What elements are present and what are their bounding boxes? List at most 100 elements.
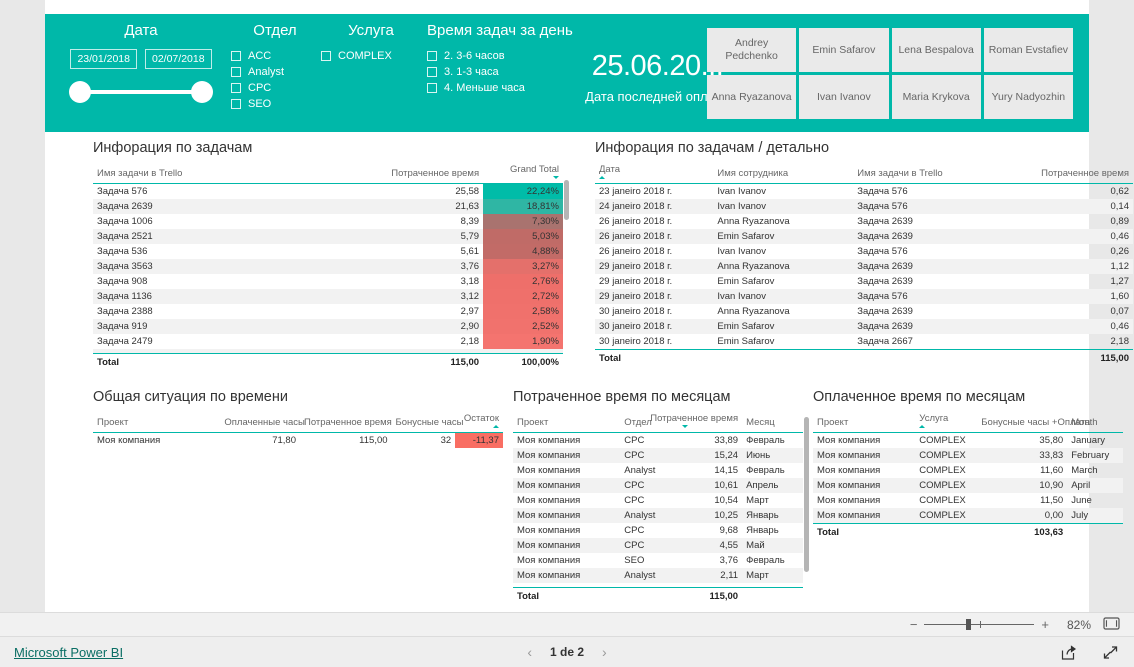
col-grand-total[interactable]: Grand Total	[483, 162, 563, 184]
col-date[interactable]: Дата	[595, 162, 714, 184]
department-option-analyst[interactable]: Analyst	[231, 66, 319, 78]
table-row[interactable]: Моя компания CPC 9,68 Январь	[513, 523, 803, 538]
department-option-cpc[interactable]: CPC	[231, 82, 319, 94]
employee-tile[interactable]: Ivan Ivanov	[799, 75, 889, 119]
table-row[interactable]: Задача 3563 3,76 3,27%	[93, 259, 563, 274]
col-employee-name[interactable]: Имя сотрудника	[713, 162, 854, 184]
checkbox-icon[interactable]	[231, 67, 241, 77]
col-bonus-payment[interactable]: Бонусные часы +Оплата	[977, 411, 1090, 433]
share-icon[interactable]	[1060, 644, 1077, 660]
table-row[interactable]: Моя компания COMPLEX 0,00 July	[813, 508, 1123, 524]
table-row[interactable]: Моя компания CPC 4,55 Май	[513, 538, 803, 553]
col-project[interactable]: Проект	[513, 411, 621, 433]
table-row[interactable]: 23 janeiro 2018 г. Ivan Ivanov Задача 576 0…	[595, 184, 1133, 200]
task-time-option-3-6[interactable]: 2. 3-6 часов	[427, 50, 587, 62]
col-spent-time[interactable]: Потраченное время	[650, 411, 743, 433]
col-service[interactable]: Услуга	[915, 411, 978, 433]
table-row[interactable]: Моя компания SEO 3,76 Февраль	[513, 553, 803, 568]
checkbox-icon[interactable]	[427, 67, 437, 77]
table-row[interactable]: Моя компания COMPLEX 35,80 January	[813, 433, 1123, 449]
table-row[interactable]: Задача 2479 2,18 1,90%	[93, 334, 563, 349]
task-time-option-less-1[interactable]: 4. Меньше часа	[427, 82, 587, 94]
slider-handle-left[interactable]	[69, 81, 91, 103]
table-row[interactable]: Моя компания COMPLEX 10,90 April	[813, 478, 1123, 493]
department-option-acc[interactable]: ACC	[231, 50, 319, 62]
table-row[interactable]: 30 janeiro 2018 г. Emin Safarov Задача 263…	[595, 319, 1133, 334]
paid-table[interactable]: Проект Услуга Бонусные часы +Оплата Mont…	[813, 411, 1123, 541]
checkbox-icon[interactable]	[231, 83, 241, 93]
fit-to-page-icon[interactable]	[1103, 616, 1120, 633]
zoom-out-icon[interactable]: −	[910, 618, 918, 631]
table-row[interactable]: 29 janeiro 2018 г. Anna Ryazanova Задача 2…	[595, 259, 1133, 274]
checkbox-icon[interactable]	[321, 51, 331, 61]
power-bi-brand-link[interactable]: Microsoft Power BI	[14, 645, 123, 660]
table-row[interactable]: Моя компания COMPLEX 11,60 March	[813, 463, 1123, 478]
col-spent-time[interactable]: Потраченное время	[299, 411, 392, 433]
table-row[interactable]: 26 janeiro 2018 г. Ivan Ivanov Задача 576 0…	[595, 244, 1133, 259]
slicer-service[interactable]: Услуга COMPLEX	[321, 22, 421, 66]
employee-tile[interactable]: Roman Evstafiev	[983, 28, 1073, 72]
overall-table[interactable]: Проект Оплаченные часы Потраченное время…	[93, 411, 503, 448]
checkbox-icon[interactable]	[427, 83, 437, 93]
zoom-slider[interactable]	[924, 619, 1035, 630]
col-bonus-hours[interactable]: Бонусные часы	[391, 411, 464, 433]
col-month[interactable]: Месяц	[742, 411, 803, 433]
table-row[interactable]: Задача 1136 3,12 2,72%	[93, 289, 563, 304]
col-paid-hours[interactable]: Оплаченные часы	[220, 411, 305, 433]
table-row[interactable]: Моя компания CPC 10,54 Март	[513, 493, 803, 508]
task-time-option-1-3[interactable]: 3. 1-3 часа	[427, 66, 587, 78]
date-end-input[interactable]: 02/07/2018	[145, 49, 212, 69]
table-row[interactable]: Моя компания Analyst 14,15 Февраль	[513, 463, 803, 478]
table-row[interactable]: 30 janeiro 2018 г. Emin Safarov Задача 266…	[595, 334, 1133, 350]
employee-tile[interactable]: Lena Bespalova	[891, 28, 981, 72]
table-row[interactable]: Моя компания Analyst 2,11 Март	[513, 568, 803, 583]
slicer-employee-tiles[interactable]: Andrey Pedchenko Emin Safarov Lena Bespa…	[707, 28, 1073, 119]
zoom-control[interactable]: − +	[910, 618, 1049, 631]
col-project[interactable]: Проект	[93, 411, 221, 433]
department-option-seo[interactable]: SEO	[231, 98, 319, 110]
table-row[interactable]: Задача 2521 5,79 5,03%	[93, 229, 563, 244]
table-row[interactable]: 26 janeiro 2018 г. Emin Safarov Задача 263…	[595, 229, 1133, 244]
slicer-task-time[interactable]: Время задач за день 2. 3-6 часов 3. 1-3 …	[427, 22, 587, 98]
table-row[interactable]: 29 janeiro 2018 г. Emin Safarov Задача 263…	[595, 274, 1133, 289]
previous-page-icon[interactable]: ‹	[527, 644, 532, 660]
employee-tile[interactable]: Emin Safarov	[799, 28, 889, 72]
table-row[interactable]: Задача 1006 8,39 7,30%	[93, 214, 563, 229]
zoom-in-icon[interactable]: +	[1041, 618, 1049, 631]
table-row[interactable]: Моя компания CPC 33,89 Февраль	[513, 433, 803, 449]
table-row[interactable]: Задача 536 5,61 4,88%	[93, 244, 563, 259]
next-page-icon[interactable]: ›	[602, 644, 607, 660]
table-row[interactable]: Моя компания CPC 10,61 Апрель	[513, 478, 803, 493]
spent-table-scrollbar[interactable]	[804, 417, 809, 572]
checkbox-icon[interactable]	[231, 99, 241, 109]
tasks-table-scrollbar[interactable]	[564, 180, 569, 220]
slicer-department[interactable]: Отдел ACC Analyst CPC SEO	[231, 22, 319, 114]
detail-table[interactable]: Дата Имя сотрудника Имя задачи в Trello …	[595, 162, 1133, 367]
table-row[interactable]: Задача 2388 2,97 2,58%	[93, 304, 563, 319]
employee-tile[interactable]: Maria Krykova	[891, 75, 981, 119]
checkbox-icon[interactable]	[427, 51, 437, 61]
zoom-slider-thumb[interactable]	[966, 619, 972, 630]
table-row[interactable]: Задача 576 25,58 22,24%	[93, 183, 563, 199]
table-row[interactable]: Задача 919 2,90 2,52%	[93, 319, 563, 334]
employee-tile[interactable]: Yury Nadyozhin	[983, 75, 1073, 119]
service-option-complex[interactable]: COMPLEX	[321, 50, 421, 62]
table-row[interactable]: Моя компания Analyst 10,25 Январь	[513, 508, 803, 523]
table-row[interactable]: Моя компания 71,80 115,00 32 -11,37	[93, 432, 503, 448]
table-row[interactable]: Задача 2639 21,63 18,81%	[93, 199, 563, 214]
tasks-table[interactable]: Имя задачи в Trello Потраченное время Gr…	[93, 162, 563, 371]
slicer-date[interactable]: Дата 23/01/2018 02/07/2018	[61, 22, 221, 109]
spent-table[interactable]: Проект Отдел Потраченное время Месяц Моя…	[513, 411, 803, 605]
date-start-input[interactable]: 23/01/2018	[70, 49, 137, 69]
fullscreen-icon[interactable]	[1102, 644, 1118, 660]
slider-handle-right[interactable]	[191, 81, 213, 103]
date-range-slider[interactable]	[61, 75, 221, 109]
table-row[interactable]: Моя компания CPC 15,24 Июнь	[513, 448, 803, 463]
col-month[interactable]: Month	[1067, 411, 1123, 433]
table-row[interactable]: 26 janeiro 2018 г. Anna Ryazanova Задача 2…	[595, 214, 1133, 229]
employee-tile[interactable]: Andrey Pedchenko	[707, 28, 797, 72]
col-project[interactable]: Проект	[813, 411, 916, 433]
col-spent-time[interactable]: Потраченное время	[365, 162, 484, 184]
col-task-name[interactable]: Имя задачи в Trello	[853, 162, 1026, 184]
table-row[interactable]: 29 janeiro 2018 г. Ivan Ivanov Задача 576 1…	[595, 289, 1133, 304]
